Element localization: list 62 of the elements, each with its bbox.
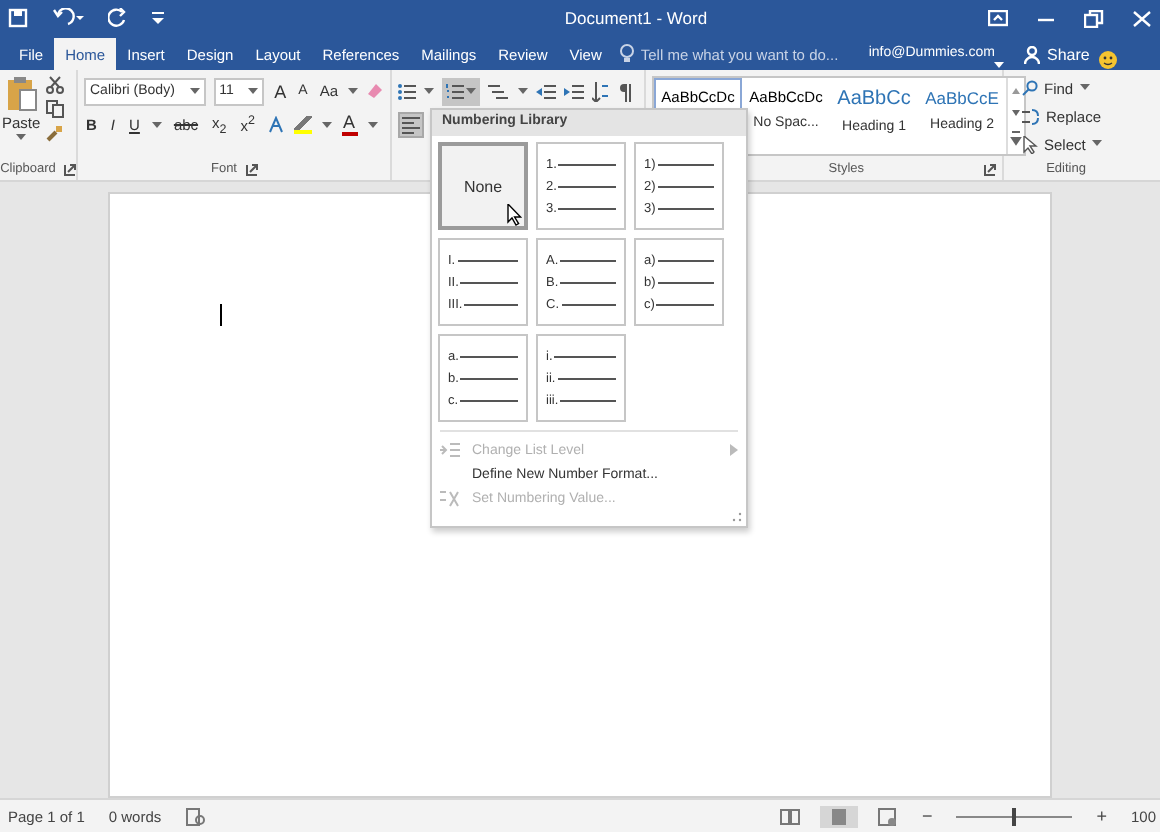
proofing-book-icon[interactable] (185, 807, 206, 825)
dialog-launcher-icon[interactable] (245, 163, 257, 175)
redo-icon[interactable] (108, 8, 128, 28)
caret-icon[interactable] (367, 121, 378, 129)
caret-icon (1091, 140, 1102, 148)
zoom-out-button[interactable]: − (921, 806, 933, 826)
number-format-option[interactable]: None (438, 142, 528, 230)
clipboard-icon (5, 76, 38, 112)
list-level-icon (440, 442, 460, 458)
paste-caret-icon (16, 134, 27, 142)
sort-icon[interactable] (592, 81, 610, 101)
print-layout-button[interactable] (819, 805, 858, 827)
text-cursor (220, 304, 222, 326)
caret-icon (1079, 84, 1090, 92)
save-icon[interactable] (8, 8, 28, 28)
window-title: Document1 - Word (562, 8, 710, 28)
zoom-slider-thumb[interactable] (1012, 807, 1017, 825)
dialog-launcher-icon[interactable] (984, 163, 996, 175)
caret-icon[interactable] (151, 121, 162, 129)
numbering-button[interactable] (442, 77, 480, 105)
magnifier-icon (1022, 80, 1038, 96)
dialog-launcher-icon[interactable] (63, 163, 76, 175)
dropdown-caret-icon[interactable] (248, 87, 259, 95)
dropdown-caret-icon[interactable] (189, 87, 200, 95)
paintbrush-icon[interactable] (46, 124, 65, 142)
more-styles-icon[interactable] (1008, 126, 1024, 150)
replace-icon (1022, 107, 1040, 125)
align-left-icon (402, 116, 420, 134)
bullet-list-icon[interactable] (398, 81, 416, 101)
print-layout-icon (829, 807, 848, 825)
font-color-button[interactable]: A (341, 114, 358, 136)
align-left-button[interactable] (398, 112, 424, 138)
customize-caret-icon[interactable] (152, 10, 164, 26)
caret-icon[interactable] (321, 121, 331, 129)
mouse-pointer-icon (506, 204, 522, 226)
person-icon (1024, 45, 1041, 63)
caret-icon[interactable] (424, 87, 434, 95)
multilevel-list-icon[interactable] (488, 81, 510, 101)
read-mode-icon[interactable] (779, 807, 800, 825)
caret-icon[interactable] (348, 87, 358, 95)
highlight-pen-icon (293, 116, 311, 134)
submenu-arrow-icon (730, 444, 738, 456)
undo-icon[interactable] (52, 8, 84, 28)
copy-icon[interactable] (46, 100, 65, 118)
caret-icon[interactable] (518, 87, 528, 95)
numbering-caret-icon (466, 87, 476, 95)
close-icon[interactable] (1132, 9, 1152, 27)
scissors-icon[interactable] (46, 76, 65, 94)
zoom-in-button[interactable]: + (1096, 806, 1107, 826)
pilcrow-icon[interactable] (618, 81, 632, 101)
web-layout-icon[interactable] (877, 807, 898, 825)
lightbulb-icon (620, 44, 635, 64)
resize-grip-icon (732, 512, 742, 522)
ribbon-display-icon[interactable] (988, 9, 1008, 27)
increase-indent-icon[interactable] (564, 81, 584, 101)
numbered-list-icon (446, 81, 464, 101)
numbering-value-icon (440, 489, 460, 507)
decrease-indent-icon[interactable] (536, 81, 556, 101)
text-effects-icon[interactable] (267, 116, 283, 134)
smiley-icon[interactable] (1097, 50, 1118, 70)
restore-icon[interactable] (1084, 9, 1104, 27)
grow-font-button[interactable]: A (272, 81, 289, 101)
